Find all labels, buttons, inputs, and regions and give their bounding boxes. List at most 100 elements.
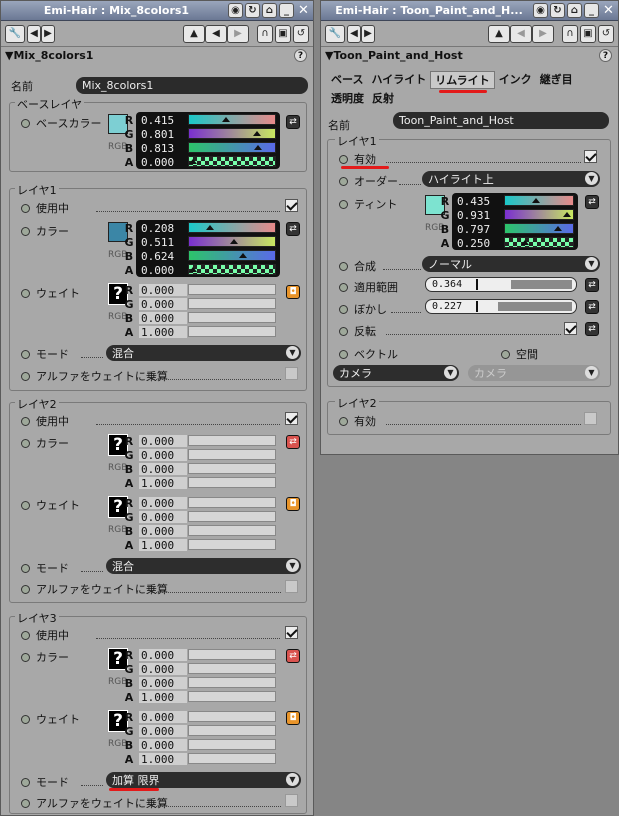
copy-icon[interactable]: ▣: [275, 24, 291, 43]
channel-marker-icon[interactable]: [254, 145, 263, 150]
forward-button[interactable]: ▶: [41, 24, 55, 43]
channel-bar[interactable]: [188, 539, 276, 550]
channel-marker-icon[interactable]: [189, 267, 197, 272]
animate-dot-icon[interactable]: [21, 584, 30, 594]
prev-button[interactable]: ◀: [510, 24, 532, 43]
channel-value[interactable]: 0.000: [139, 463, 187, 476]
channel-value[interactable]: 0.000: [139, 649, 187, 662]
channel-bar[interactable]: [188, 497, 276, 508]
back-button[interactable]: ◀: [347, 24, 361, 43]
link-icon[interactable]: ∩: [257, 24, 273, 43]
vector-dropdown[interactable]: カメラ ▼: [333, 365, 459, 381]
material-header[interactable]: ▼ Mix_8colors1 ?: [1, 47, 313, 64]
animate-dot-icon[interactable]: [21, 438, 30, 448]
blend-dropdown[interactable]: ノーマル ▼: [422, 256, 600, 272]
animate-dot-icon[interactable]: [21, 630, 30, 640]
name-field[interactable]: Mix_8colors1: [76, 77, 308, 94]
animate-dot-icon[interactable]: [21, 798, 30, 808]
channel-value[interactable]: 0.000: [139, 298, 187, 311]
animate-dot-icon[interactable]: [21, 203, 30, 213]
channel-marker-icon[interactable]: [520, 240, 529, 245]
channel-bar[interactable]: [188, 463, 276, 474]
forward-button[interactable]: ▶: [361, 24, 375, 43]
channel-gradient-bar[interactable]: [504, 209, 574, 220]
layer3-color-channels[interactable]: R 0.000 G 0.000 B 0.000 A 1.000: [124, 647, 280, 704]
layer2-mode-dropdown[interactable]: 混合 ▼: [106, 558, 301, 574]
animate-dot-icon[interactable]: [21, 777, 30, 787]
channel-gradient-bar[interactable]: [188, 222, 276, 233]
channel-gradient-bar[interactable]: [504, 195, 574, 206]
channel-bar[interactable]: [188, 725, 276, 736]
next-button[interactable]: ▶: [227, 24, 249, 43]
channel-value[interactable]: 0.415: [139, 114, 187, 127]
plug-icon[interactable]: ⇄: [585, 322, 599, 336]
layer1-weight-channels[interactable]: R 0.000 G 0.000 B 0.000 A 1.000: [124, 282, 280, 339]
layer2-alpha-checkbox[interactable]: [285, 580, 298, 593]
sync-icon[interactable]: ↻: [245, 3, 260, 18]
tool-icon[interactable]: 🔧: [325, 24, 345, 43]
plug-icon[interactable]: ⇄: [286, 115, 300, 129]
layer1-enabled-checkbox[interactable]: [285, 199, 298, 212]
channel-bar[interactable]: [188, 649, 276, 660]
animate-dot-icon[interactable]: [339, 349, 348, 359]
channel-value[interactable]: 0.000: [139, 511, 187, 524]
plug-icon[interactable]: ⇄: [286, 222, 300, 236]
channel-bar[interactable]: [188, 663, 276, 674]
channel-value[interactable]: 0.511: [139, 236, 187, 249]
channel-value[interactable]: 0.000: [139, 284, 187, 297]
channel-marker-icon[interactable]: [238, 253, 247, 258]
layer2-color-channels[interactable]: R 0.000 G 0.000 B 0.000 A 1.000: [124, 433, 280, 490]
sync-icon[interactable]: ↻: [550, 3, 565, 18]
channel-value[interactable]: 0.000: [139, 677, 187, 690]
channel-marker-icon[interactable]: [189, 159, 197, 164]
channel-marker-icon[interactable]: [562, 212, 571, 217]
left-titlebar[interactable]: Emi-Hair : Mix_8colors1 ◉ ↻ ⌂ _ ✕: [1, 1, 313, 21]
animate-dot-icon[interactable]: [339, 199, 348, 209]
tool-icon[interactable]: 🔧: [5, 24, 25, 43]
channel-value[interactable]: 0.000: [139, 312, 187, 325]
animate-dot-icon[interactable]: [339, 304, 348, 314]
channel-bar[interactable]: [188, 711, 276, 722]
channel-gradient-bar[interactable]: [504, 223, 574, 234]
animate-dot-icon[interactable]: [21, 226, 30, 236]
channel-value[interactable]: 0.208: [139, 222, 187, 235]
texture-plug-icon[interactable]: ◘: [286, 285, 300, 299]
animate-dot-icon[interactable]: [339, 176, 348, 186]
channel-value[interactable]: 0.813: [139, 142, 187, 155]
tab-ハイライト[interactable]: ハイライト: [367, 71, 430, 89]
layer3-weight-channels[interactable]: R 0.000 G 0.000 B 0.000 A 1.000: [124, 709, 280, 766]
layer1-alpha-checkbox[interactable]: [285, 367, 298, 380]
space-dropdown[interactable]: カメラ ▼: [468, 365, 600, 381]
slider-thumb[interactable]: [476, 279, 478, 290]
link-icon[interactable]: ∩: [562, 24, 578, 43]
channel-bar[interactable]: [188, 677, 276, 688]
plug-icon[interactable]: ⇄: [286, 649, 300, 663]
channel-gradient-bar[interactable]: [188, 114, 276, 125]
channel-value[interactable]: 0.000: [139, 663, 187, 676]
animate-dot-icon[interactable]: [21, 563, 30, 573]
channel-gradient-bar[interactable]: [504, 237, 574, 248]
layer2-enabled-checkbox[interactable]: [285, 412, 298, 425]
name-field[interactable]: Toon_Paint_and_Host: [393, 112, 609, 129]
texture-plug-icon[interactable]: ◘: [286, 497, 300, 511]
minimize-icon[interactable]: _: [279, 3, 294, 18]
texture-plug-icon[interactable]: ◘: [286, 711, 300, 725]
channel-gradient-bar[interactable]: [188, 156, 276, 167]
channel-value[interactable]: 0.250: [455, 237, 503, 250]
reset-icon[interactable]: ↺: [293, 24, 309, 43]
channel-value[interactable]: 1.000: [139, 691, 187, 704]
next-button[interactable]: ▶: [532, 24, 554, 43]
channel-value[interactable]: 0.000: [139, 264, 187, 277]
tab-インク[interactable]: インク: [495, 71, 536, 89]
channel-gradient-bar[interactable]: [188, 250, 276, 261]
pin-icon[interactable]: ⌂: [567, 3, 582, 18]
animate-dot-icon[interactable]: [21, 652, 30, 662]
channel-value[interactable]: 0.931: [455, 209, 503, 222]
channel-bar[interactable]: [188, 691, 276, 702]
animate-dot-icon[interactable]: [339, 261, 348, 271]
plug-icon[interactable]: ⇄: [585, 278, 599, 292]
layer3-enabled-checkbox[interactable]: [285, 626, 298, 639]
channel-gradient-bar[interactable]: [188, 142, 276, 153]
prev-button[interactable]: ◀: [205, 24, 227, 43]
eye-icon[interactable]: ◉: [228, 3, 243, 18]
